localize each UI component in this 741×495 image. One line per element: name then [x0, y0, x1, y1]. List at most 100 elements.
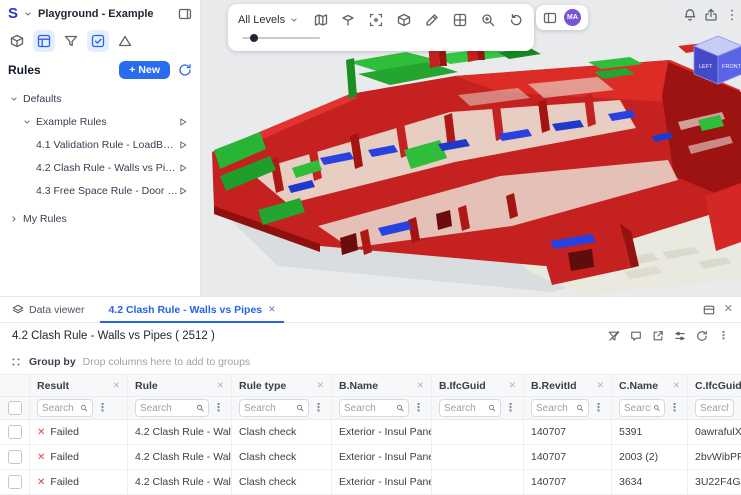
- column-header-b-ifcguid[interactable]: B.IfcGuid✕: [432, 375, 524, 396]
- remove-column-icon[interactable]: ✕: [413, 380, 424, 391]
- search-input-b-ifcguid[interactable]: [444, 403, 486, 414]
- remove-column-icon[interactable]: ✕: [505, 380, 516, 391]
- refresh-icon[interactable]: [696, 330, 708, 342]
- run-rule-icon[interactable]: [178, 163, 188, 173]
- search-input-rule[interactable]: [140, 403, 194, 414]
- chevron-down-icon[interactable]: [22, 117, 32, 127]
- box-tool-button[interactable]: [396, 11, 413, 29]
- search-box: [439, 399, 501, 417]
- column-menu-icon[interactable]: ⋮: [669, 403, 680, 414]
- layout-tool-button[interactable]: [33, 30, 55, 52]
- feedback-icon[interactable]: [630, 330, 642, 342]
- shapes-tool-button[interactable]: [114, 30, 136, 52]
- cell-rule-type: Clash check: [232, 470, 332, 494]
- column-menu-icon[interactable]: ⋮: [97, 403, 108, 414]
- more-menu-icon[interactable]: [725, 8, 739, 22]
- remove-column-icon[interactable]: ✕: [109, 380, 120, 391]
- tree-item-example-rules[interactable]: Example Rules: [0, 110, 200, 133]
- column-header-b-name[interactable]: B.Name✕: [332, 375, 432, 396]
- column-header-rule[interactable]: Rule✕: [128, 375, 232, 396]
- column-menu-icon[interactable]: ⋮: [413, 403, 424, 414]
- rules-header: Rules + New: [0, 57, 200, 85]
- search-input-result[interactable]: [42, 403, 78, 414]
- close-tab-icon[interactable]: ✕: [268, 304, 276, 315]
- column-menu-icon[interactable]: ⋮: [505, 403, 516, 414]
- group-by-hint: Drop columns here to add to groups: [83, 356, 251, 368]
- column-header-b-revitid[interactable]: B.RevitId✕: [524, 375, 612, 396]
- section-tool-button[interactable]: [340, 11, 357, 29]
- remove-column-icon[interactable]: ✕: [313, 380, 324, 391]
- bell-icon[interactable]: [683, 8, 697, 22]
- group-by-bar[interactable]: Group by Drop columns here to add to gro…: [0, 349, 741, 375]
- clear-filters-icon[interactable]: [608, 330, 620, 342]
- levels-slider[interactable]: [242, 31, 320, 45]
- row-checkbox[interactable]: [8, 425, 22, 439]
- remove-column-icon[interactable]: ✕: [593, 380, 604, 391]
- result-text: Failed: [50, 426, 79, 438]
- navigation-cube[interactable]: LEFT FRONT: [689, 32, 741, 93]
- panels-icon[interactable]: [543, 11, 557, 25]
- reset-view-button[interactable]: [507, 11, 524, 29]
- tree-item-rule-42[interactable]: 4.2 Clash Rule - Walls vs Pipes: [0, 156, 200, 179]
- search-input-c-name[interactable]: [624, 403, 651, 414]
- search-input-c-ifcguid[interactable]: [700, 403, 729, 414]
- table-row[interactable]: ✕Failed 4.2 Clash Rule - Walls vs... Cla…: [0, 470, 741, 495]
- remove-column-icon[interactable]: ✕: [213, 380, 224, 391]
- levels-dropdown[interactable]: All Levels: [238, 14, 299, 26]
- filter-tool-button[interactable]: [60, 30, 82, 52]
- column-menu-icon[interactable]: ⋮: [593, 403, 604, 414]
- share-icon[interactable]: [704, 8, 718, 22]
- row-checkbox[interactable]: [8, 450, 22, 464]
- run-rule-icon[interactable]: [178, 186, 188, 196]
- data-viewer-button[interactable]: Data viewer: [8, 297, 88, 322]
- checks-tool-button[interactable]: [87, 30, 109, 52]
- column-header-result[interactable]: Result✕: [30, 375, 128, 396]
- zoom-tool-button[interactable]: [479, 11, 496, 29]
- tree-item-rule-43[interactable]: 4.3 Free Space Rule - Door Swing Test: [0, 179, 200, 202]
- cell-rule: 4.2 Clash Rule - Walls vs...: [128, 445, 232, 469]
- failed-icon: ✕: [37, 452, 45, 463]
- column-menu-icon[interactable]: ⋮: [313, 403, 324, 414]
- cube-left-label: LEFT: [699, 64, 713, 70]
- search-input-b-name[interactable]: [344, 403, 394, 414]
- search-input-rule-type[interactable]: [244, 403, 294, 414]
- row-checkbox[interactable]: [8, 475, 22, 489]
- refresh-rules-icon[interactable]: [178, 63, 192, 77]
- new-rule-button[interactable]: + New: [119, 61, 170, 79]
- model-tool-button[interactable]: [6, 30, 28, 52]
- close-panel-icon[interactable]: ✕: [724, 304, 733, 315]
- collapse-sidebar-icon[interactable]: [178, 7, 192, 21]
- chevron-down-icon[interactable]: [9, 94, 19, 104]
- measure-tool-button[interactable]: [424, 11, 441, 29]
- remove-column-icon[interactable]: ✕: [669, 380, 680, 391]
- more-options-icon[interactable]: ⋮: [718, 331, 729, 342]
- slider-thumb[interactable]: [250, 34, 258, 42]
- tree-label: Example Rules: [36, 116, 107, 128]
- group-by-icon: [10, 356, 22, 368]
- column-header-rule-type[interactable]: Rule type✕: [232, 375, 332, 396]
- dock-panel-icon[interactable]: [703, 304, 715, 316]
- group-by-label: Group by: [29, 356, 76, 368]
- workspace-chevron-down-icon[interactable]: [23, 9, 33, 19]
- focus-tool-button[interactable]: [368, 11, 385, 29]
- run-rule-icon[interactable]: [178, 140, 188, 150]
- app-logo[interactable]: S: [8, 6, 18, 21]
- search-input-b-revitid[interactable]: [536, 403, 574, 414]
- user-avatar[interactable]: MA: [564, 9, 581, 26]
- chevron-right-icon[interactable]: [9, 214, 19, 224]
- column-header-c-ifcguid[interactable]: C.IfcGuid: [688, 375, 741, 396]
- column-menu-icon[interactable]: ⋮: [213, 403, 224, 414]
- table-row[interactable]: ✕Failed 4.2 Clash Rule - Walls vs... Cla…: [0, 420, 741, 445]
- grid-tool-button[interactable]: [451, 11, 468, 29]
- export-icon[interactable]: [652, 330, 664, 342]
- select-all-checkbox[interactable]: [8, 401, 22, 415]
- tree-item-rule-41[interactable]: 4.1 Validation Rule - LoadBearing: [0, 133, 200, 156]
- tab-clash-rule[interactable]: 4.2 Clash Rule - Walls vs Pipes ✕: [100, 297, 283, 322]
- tree-item-defaults[interactable]: Defaults: [0, 87, 200, 110]
- map-tool-button[interactable]: [312, 11, 329, 29]
- run-rule-icon[interactable]: [178, 117, 188, 127]
- tree-item-my-rules[interactable]: My Rules: [0, 207, 200, 230]
- settings-icon[interactable]: [674, 330, 686, 342]
- column-header-c-name[interactable]: C.Name✕: [612, 375, 688, 396]
- table-row[interactable]: ✕Failed 4.2 Clash Rule - Walls vs... Cla…: [0, 445, 741, 470]
